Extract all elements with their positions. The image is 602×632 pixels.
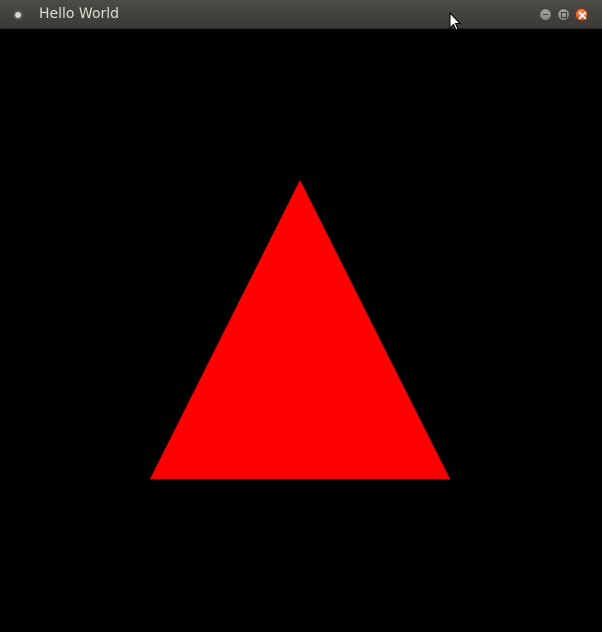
scene-svg <box>150 180 450 479</box>
minimize-button[interactable] <box>539 8 552 21</box>
render-canvas[interactable] <box>0 29 602 628</box>
close-button[interactable] <box>575 8 588 21</box>
maximize-button[interactable] <box>557 8 570 21</box>
mouse-cursor-icon <box>449 12 461 31</box>
app-window: Hello World <box>0 0 602 628</box>
app-menu-icon[interactable] <box>13 10 23 20</box>
window-title: Hello World <box>39 6 120 22</box>
close-icon <box>578 11 587 20</box>
red-triangle <box>150 180 450 479</box>
title-bar[interactable]: Hello World <box>0 0 602 29</box>
